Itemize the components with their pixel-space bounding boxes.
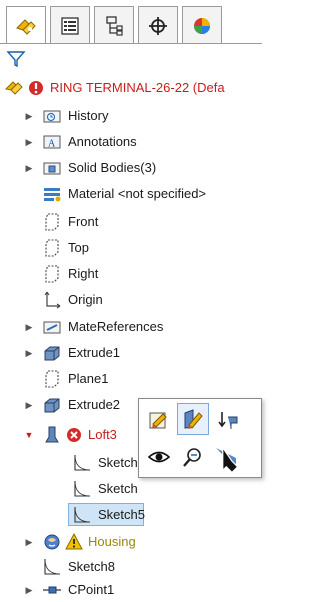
edit-feature-icon <box>149 412 167 429</box>
expand-arrow-icon[interactable]: ▶ <box>24 584 34 596</box>
extrude-icon <box>44 398 60 413</box>
configuration-manager-icon <box>106 15 123 36</box>
tree-item-label: Extrude1 <box>68 345 121 360</box>
tab-property-manager[interactable] <box>50 6 90 44</box>
feature-manager-icon <box>16 18 36 35</box>
tree-item-top-plane[interactable]: Top <box>0 236 262 260</box>
sketch-icon <box>74 506 91 523</box>
display-manager-icon <box>194 17 210 34</box>
show-hide-icon <box>147 451 171 463</box>
root-label: RING TERMINAL-26-22 (Defa <box>50 80 225 95</box>
expand-arrow-icon[interactable]: ▶ <box>24 110 34 122</box>
plane-icon <box>45 213 59 231</box>
rollback-icon <box>218 412 238 429</box>
tree-item-label: Origin <box>68 292 103 307</box>
tree-item-label: Loft3 <box>88 427 117 442</box>
extra-tool-button[interactable] <box>211 443 243 475</box>
context-toolbar <box>138 398 262 478</box>
tree-item-label: Extrude2 <box>68 397 121 412</box>
plane-icon <box>45 265 59 283</box>
tree-item-right-plane[interactable]: Right <box>0 262 262 286</box>
housing-part-icon <box>44 534 60 550</box>
collapse-arrow-icon[interactable]: ▼ <box>24 429 34 441</box>
tree-item-history[interactable]: ▶ History <box>0 104 262 128</box>
tree-item-sketch5[interactable]: Sketch5 <box>0 503 262 527</box>
coordinate-point-icon <box>43 586 61 594</box>
tree-item-label: Annotations <box>68 134 137 149</box>
tree-item-sketch-b[interactable]: Sketch <box>0 477 262 501</box>
tab-dimxpert-manager[interactable] <box>138 6 178 44</box>
tree-item-front-plane[interactable]: Front <box>0 210 262 234</box>
tree-item-annotations[interactable]: ▶ A Annotations <box>0 130 262 154</box>
property-manager-icon <box>61 16 79 35</box>
error-icon <box>67 428 81 442</box>
zoom-to-selection-icon <box>183 448 201 467</box>
tab-configuration-manager[interactable] <box>94 6 134 44</box>
tree-item-label: Top <box>68 240 89 255</box>
show-hide-button[interactable] <box>143 441 175 473</box>
tree-item-housing[interactable]: ▶ Housing <box>0 530 262 554</box>
tab-divider <box>0 43 262 44</box>
tree-item-label: Sketch8 <box>68 559 115 574</box>
solid-bodies-folder-icon <box>43 162 61 175</box>
tree-item-origin[interactable]: Origin <box>0 288 262 312</box>
expand-arrow-icon[interactable]: ▶ <box>24 347 34 359</box>
edit-sketch-button[interactable] <box>177 403 209 435</box>
tab-feature-manager[interactable] <box>6 6 46 44</box>
manager-tabs <box>0 0 262 46</box>
mate-references-folder-icon <box>43 321 61 334</box>
expand-arrow-icon[interactable]: ▶ <box>24 399 34 411</box>
loft-icon <box>45 426 59 443</box>
error-icon <box>29 81 43 95</box>
filter-button[interactable] <box>6 49 28 71</box>
tree-item-mate-references[interactable]: ▶ MateReferences <box>0 315 262 339</box>
tree-item-label: Front <box>68 214 99 229</box>
tree-item-solid-bodies[interactable]: ▶ Solid Bodies(3) <box>0 156 262 180</box>
tree-item-label: Sketch <box>98 481 138 496</box>
plane-icon <box>45 370 59 388</box>
expand-arrow-icon[interactable]: ▶ <box>24 321 34 333</box>
tree-item-cpoint1[interactable]: ▶ CPoint1 <box>0 578 262 602</box>
tree-item-label: Sketch5 <box>98 507 145 522</box>
tree-item-extrude1[interactable]: ▶ Extrude1 <box>0 341 262 365</box>
tree-item-label: Material <not specified> <box>68 186 207 201</box>
filter-icon <box>6 51 26 68</box>
tree-item-label: Solid Bodies(3) <box>68 160 157 175</box>
annotations-icon: A <box>43 135 61 150</box>
warning-icon <box>65 532 83 550</box>
tree-item-plane1[interactable]: Plane1 <box>0 367 262 391</box>
tree-item-label: Plane1 <box>68 371 109 386</box>
sketch-icon <box>44 558 61 575</box>
tree-item-label: Housing <box>88 534 136 549</box>
tree-item-label: MateReferences <box>68 319 164 334</box>
sketch-icon <box>74 454 91 471</box>
origin-icon <box>44 291 61 309</box>
history-folder-icon <box>43 110 61 123</box>
material-icon <box>44 188 61 202</box>
rollback-button[interactable] <box>213 405 245 437</box>
tree-root[interactable]: RING TERMINAL-26-22 (Defa <box>0 76 262 100</box>
plane-icon <box>45 239 59 257</box>
sketch-icon <box>74 480 91 497</box>
tree-item-sketch8[interactable]: Sketch8 <box>0 555 262 579</box>
tree-item-label: Sketch <box>98 455 138 470</box>
cursor-arrow-icon <box>216 445 239 474</box>
tree-item-label: CPoint1 <box>68 582 115 597</box>
part-icon <box>4 81 23 95</box>
svg-text:A: A <box>48 139 56 150</box>
dimxpert-manager-icon <box>149 16 167 35</box>
tree-item-label: Right <box>68 266 99 281</box>
expand-arrow-icon[interactable]: ▶ <box>24 536 34 548</box>
tree-item-label: History <box>68 108 109 123</box>
edit-feature-button[interactable] <box>143 405 175 437</box>
edit-sketch-icon <box>184 409 203 429</box>
tree-item-material[interactable]: Material <not specified> <box>0 182 262 206</box>
expand-arrow-icon[interactable]: ▶ <box>24 136 34 148</box>
expand-arrow-icon[interactable]: ▶ <box>24 162 34 174</box>
extrude-icon <box>44 346 60 361</box>
zoom-to-selection-button[interactable] <box>177 441 209 473</box>
tab-display-manager[interactable] <box>182 6 222 44</box>
